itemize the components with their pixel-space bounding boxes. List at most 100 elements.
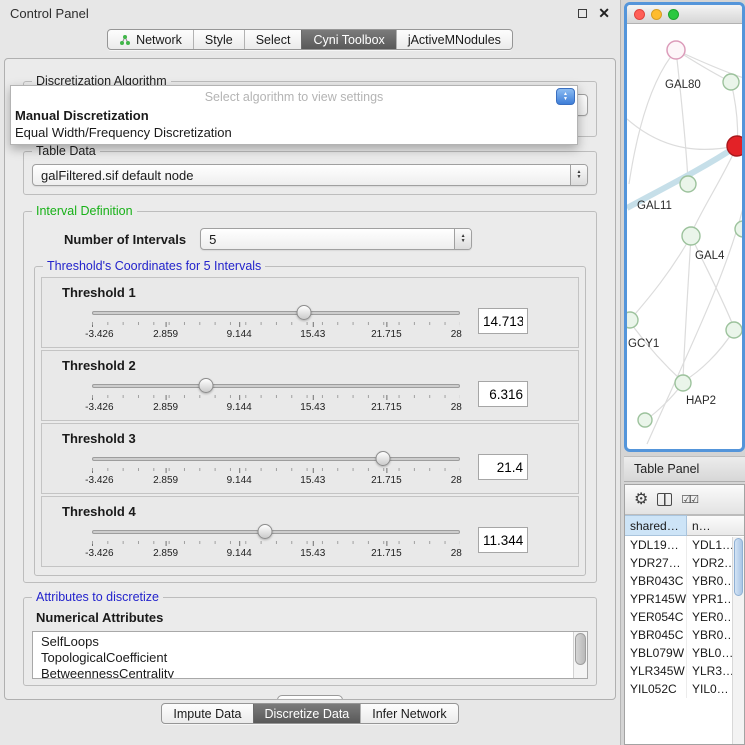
- tab-label: jActiveMNodules: [408, 33, 501, 47]
- show-columns-icon[interactable]: [657, 493, 672, 506]
- tab-select[interactable]: Select: [244, 30, 302, 49]
- group-label: Threshold's Coordinates for 5 Intervals: [43, 259, 265, 273]
- slider-track[interactable]: [92, 384, 460, 388]
- scrollbar-thumb[interactable]: [734, 538, 743, 596]
- control-panel-titlebar[interactable]: Control Panel ✕: [0, 0, 620, 26]
- cell[interactable]: YBR043C: [625, 572, 687, 590]
- threshold-4-slider[interactable]: -3.426 2.859 9.144 15.43 21.715 28: [92, 524, 460, 560]
- tab-label: Style: [205, 33, 233, 47]
- cell[interactable]: YPR145W: [625, 590, 687, 608]
- cell[interactable]: YIL052C: [625, 680, 687, 698]
- scale-label: 9.144: [227, 329, 252, 340]
- threshold-2-slider[interactable]: -3.426 2.859 9.144 15.43 21.715 28: [92, 378, 460, 414]
- table-row[interactable]: YBR043C YBR0…: [625, 572, 744, 590]
- algorithm-option-manual-discretization[interactable]: Manual Discretization: [11, 107, 577, 124]
- scale-label: 28: [451, 548, 462, 559]
- network-node-selected[interactable]: [727, 136, 742, 156]
- table-row[interactable]: YER054C YER0…: [625, 608, 744, 626]
- zoom-traffic-light-icon[interactable]: [668, 9, 679, 20]
- scrollbar-thumb[interactable]: [575, 633, 586, 665]
- cell[interactable]: YLR345W: [625, 662, 687, 680]
- threshold-2-slider-thumb[interactable]: [199, 378, 214, 393]
- select-columns-icon[interactable]: ☑☑: [681, 493, 697, 506]
- threshold-2-label: Threshold 2: [62, 358, 570, 373]
- table-panel-titlebar[interactable]: Table Panel: [624, 456, 745, 482]
- tab-impute-data[interactable]: Impute Data: [162, 704, 252, 723]
- tab-label: Network: [136, 33, 182, 47]
- number-of-intervals-label: Number of Intervals: [64, 232, 186, 247]
- cell[interactable]: YDL19…: [625, 536, 687, 554]
- table-scrollbar[interactable]: [732, 537, 744, 744]
- scale-label: -3.426: [85, 475, 113, 486]
- apply-button[interactable]: Apply: [277, 695, 344, 700]
- table-data-combo[interactable]: galFiltered.sif default node ▲▼: [32, 164, 588, 186]
- network-node[interactable]: [680, 176, 696, 192]
- numerical-attributes-list[interactable]: SelfLoops TopologicalCoefficient Between…: [32, 631, 588, 679]
- cell[interactable]: YER054C: [625, 608, 687, 626]
- tab-style[interactable]: Style: [193, 30, 244, 49]
- network-node[interactable]: [723, 74, 739, 90]
- threshold-4-value-input[interactable]: [478, 527, 528, 553]
- list-scrollbar[interactable]: [573, 632, 587, 678]
- tab-cyni-toolbox[interactable]: Cyni Toolbox: [301, 30, 395, 49]
- table-row[interactable]: YBL079W YBL0…: [625, 644, 744, 662]
- threshold-2-value-input[interactable]: [478, 381, 528, 407]
- threshold-4-slider-thumb[interactable]: [257, 524, 272, 539]
- table-body: YDL19… YDL1… YDR27… YDR2… YBR043C YBR0… …: [625, 536, 744, 698]
- scale-label: 9.144: [227, 402, 252, 413]
- network-node[interactable]: [726, 322, 742, 338]
- slider-track[interactable]: [92, 530, 460, 534]
- table-row[interactable]: YDR27… YDR2…: [625, 554, 744, 572]
- network-node[interactable]: [675, 375, 691, 391]
- tab-label: Cyni Toolbox: [313, 33, 384, 47]
- scale-label: 2.859: [153, 548, 178, 559]
- close-traffic-light-icon[interactable]: [634, 9, 645, 20]
- table-row[interactable]: YDL19… YDL1…: [625, 536, 744, 554]
- close-icon[interactable]: ✕: [598, 7, 610, 19]
- float-window-icon[interactable]: [578, 9, 587, 18]
- threshold-3-slider[interactable]: -3.426 2.859 9.144 15.43 21.715 28: [92, 451, 460, 487]
- slider-track[interactable]: [92, 457, 460, 461]
- tab-infer-network[interactable]: Infer Network: [360, 704, 457, 723]
- slider-ticks: [92, 541, 460, 546]
- table-row[interactable]: YBR045C YBR0…: [625, 626, 744, 644]
- number-of-intervals-combo[interactable]: 5 ▲▼: [200, 228, 472, 250]
- list-item[interactable]: BetweennessCentrality: [41, 666, 569, 679]
- threshold-3-value-input[interactable]: [478, 454, 528, 480]
- threshold-3-slider-thumb[interactable]: [375, 451, 390, 466]
- network-node[interactable]: [638, 413, 652, 427]
- network-node[interactable]: [682, 227, 700, 245]
- combo-stepper-icon[interactable]: ▲▼: [556, 88, 575, 105]
- tab-network[interactable]: Network: [108, 30, 193, 49]
- slider-scale: -3.426 2.859 9.144 15.43 21.715 28: [92, 329, 460, 341]
- threshold-1-slider-thumb[interactable]: [297, 305, 312, 320]
- table-row[interactable]: YIL052C YIL0…: [625, 680, 744, 698]
- cell[interactable]: YDR27…: [625, 554, 687, 572]
- numerical-attributes-label: Numerical Attributes: [36, 610, 588, 625]
- highlighted-edge[interactable]: [627, 146, 737, 208]
- cell[interactable]: YBL079W: [625, 644, 687, 662]
- combo-stepper-icon[interactable]: ▲▼: [454, 229, 471, 249]
- network-node[interactable]: [735, 221, 742, 237]
- threshold-1-slider[interactable]: -3.426 2.859 9.144 15.43 21.715 28: [92, 305, 460, 341]
- table-row[interactable]: YPR145W YPR1…: [625, 590, 744, 608]
- column-header-name[interactable]: n…: [687, 515, 744, 536]
- list-item[interactable]: SelfLoops: [41, 634, 569, 650]
- network-node[interactable]: [667, 41, 685, 59]
- combo-stepper-icon[interactable]: ▲▼: [570, 165, 587, 185]
- algorithm-placeholder: Select algorithm to view settings: [11, 86, 577, 107]
- slider-track[interactable]: [92, 311, 460, 315]
- threshold-1-value-input[interactable]: [478, 308, 528, 334]
- column-header-shared-name[interactable]: shared…: [625, 515, 687, 536]
- cell[interactable]: YBR045C: [625, 626, 687, 644]
- algorithm-option-equal-width-frequency[interactable]: Equal Width/Frequency Discretization: [11, 124, 577, 141]
- table-row[interactable]: YLR345W YLR3…: [625, 662, 744, 680]
- list-item[interactable]: TopologicalCoefficient: [41, 650, 569, 666]
- gear-icon[interactable]: ⚙: [634, 492, 648, 508]
- network-node[interactable]: [627, 312, 638, 328]
- tab-discretize-data[interactable]: Discretize Data: [253, 704, 361, 723]
- network-canvas[interactable]: GAL80 GAL11 GAL4 GCY1 HAP2: [627, 24, 742, 448]
- tab-jactivemnodules[interactable]: jActiveMNodules: [396, 30, 512, 49]
- minimize-traffic-light-icon[interactable]: [651, 9, 662, 20]
- network-window-titlebar[interactable]: [627, 5, 742, 24]
